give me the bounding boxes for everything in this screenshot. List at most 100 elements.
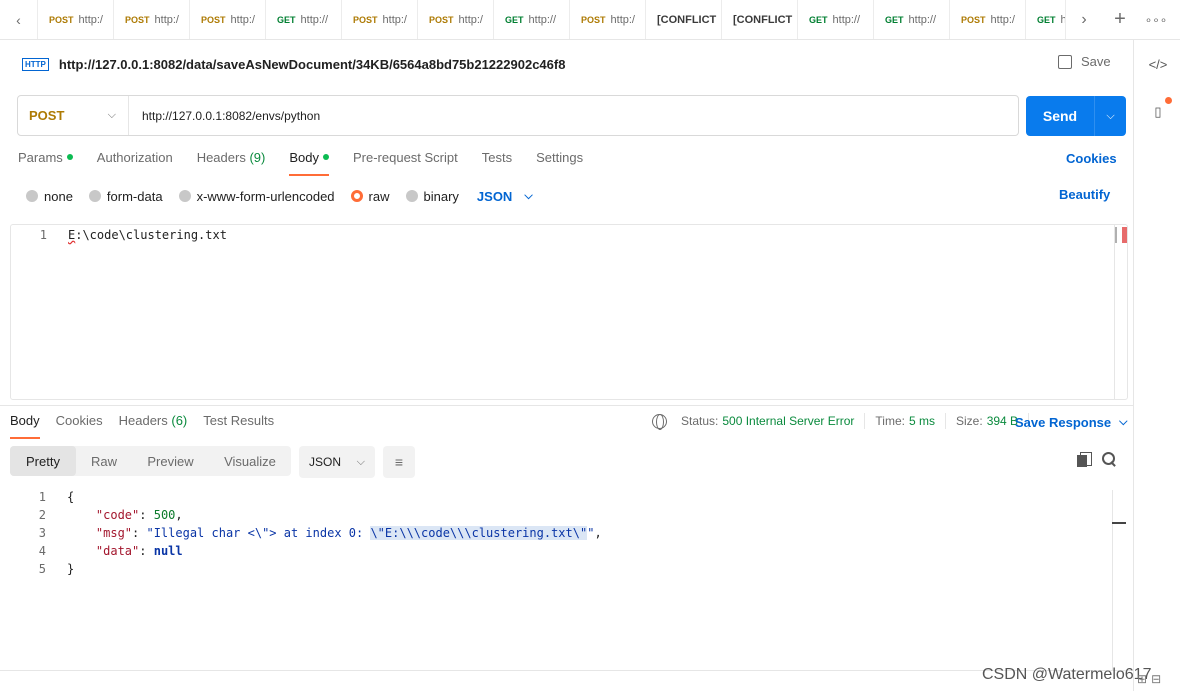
- view-raw[interactable]: Raw: [76, 446, 132, 476]
- request-tab[interactable]: [CONFLICT: [722, 0, 798, 39]
- view-pretty[interactable]: Pretty: [10, 446, 76, 476]
- tab-authorization[interactable]: Authorization: [97, 150, 173, 176]
- tab-settings[interactable]: Settings: [536, 150, 583, 176]
- tab-prerequest-script[interactable]: Pre-request Script: [353, 150, 458, 176]
- editor-scrollbar[interactable]: [1114, 225, 1115, 399]
- search-icon[interactable]: [1102, 452, 1116, 466]
- tab-response-headers-label: Headers: [118, 413, 168, 428]
- pane-divider[interactable]: [0, 405, 1133, 406]
- save-response-label: Save Response: [1015, 415, 1112, 430]
- request-tab[interactable]: GET http://: [874, 0, 950, 39]
- url-input[interactable]: [142, 108, 1002, 123]
- response-code: "data": null: [95, 544, 183, 558]
- line-number: 3: [38, 526, 46, 540]
- method-label: POST: [29, 108, 65, 123]
- tab-response-cookies[interactable]: Cookies: [56, 413, 103, 439]
- request-title[interactable]: http://127.0.0.1:8082/data/saveAsNewDocu…: [59, 57, 566, 72]
- response-line: 2 "code": 500,: [10, 506, 183, 524]
- response-body[interactable]: 1{ 2 "code": 500, 3 "msg": "Illegal char…: [10, 488, 1110, 638]
- body-format-label: JSON: [476, 188, 513, 204]
- radio-none[interactable]: none: [26, 189, 73, 204]
- line-number: 5: [38, 562, 46, 576]
- view-visualize[interactable]: Visualize: [209, 446, 291, 476]
- size-value[interactable]: 394 B: [987, 414, 1018, 428]
- request-body-editor[interactable]: 1 E:\code\clustering.txt: [10, 224, 1128, 400]
- editor-error-marker: [1115, 227, 1127, 243]
- request-tab[interactable]: [CONFLICT: [646, 0, 722, 39]
- request-tab[interactable]: POST http:/: [342, 0, 418, 39]
- response-code: "code": 500,: [95, 508, 183, 522]
- send-button[interactable]: Send ⌵: [1026, 96, 1126, 136]
- json-value: "Illegal char <\"> at index 0:: [146, 526, 371, 540]
- radio-label: x-www-form-urlencoded: [196, 188, 335, 204]
- radio-form-data[interactable]: form-data: [88, 188, 163, 204]
- method-select[interactable]: POST ⌵: [18, 96, 129, 135]
- editor-text: :\code\clustering.txt: [75, 228, 227, 242]
- new-tab-icon[interactable]: +: [1102, 8, 1138, 31]
- tab-response-headers[interactable]: Headers (6): [119, 413, 188, 439]
- tab-response-body[interactable]: Body: [10, 413, 40, 439]
- documentation-icon[interactable]: ▯: [1148, 102, 1168, 122]
- time-value[interactable]: 5 ms: [909, 414, 935, 428]
- radio-label: form-data: [106, 188, 163, 204]
- request-tab[interactable]: POST http:/: [418, 0, 494, 39]
- response-format-select[interactable]: JSON ⌵: [299, 446, 375, 478]
- chevron-down-icon: ⌵: [1119, 416, 1128, 428]
- save-icon: [1058, 54, 1072, 69]
- radio-urlencoded[interactable]: x-www-form-urlencoded: [178, 188, 335, 204]
- request-tab[interactable]: GETh: [1026, 0, 1066, 39]
- beautify-link[interactable]: Beautify: [1059, 187, 1110, 202]
- wrap-lines-icon[interactable]: ≡: [383, 446, 415, 478]
- cookies-link[interactable]: Cookies: [1066, 151, 1117, 166]
- send-label: Send: [1026, 96, 1095, 136]
- tab-label: [CONFLICT: [657, 13, 717, 26]
- tab-response-cookies-label: Cookies: [55, 413, 103, 428]
- tab-method: POST: [125, 14, 150, 25]
- tab-scroll-right-icon[interactable]: ›: [1066, 11, 1102, 29]
- code-icon[interactable]: </>: [1148, 54, 1168, 74]
- layout-icon[interactable]: ⊞: [1137, 672, 1147, 686]
- request-tab[interactable]: POST http:/: [114, 0, 190, 39]
- send-options-chevron-icon[interactable]: ⌵: [1095, 96, 1126, 136]
- request-tab[interactable]: POST http:/: [570, 0, 646, 39]
- tab-test-results[interactable]: Test Results: [203, 413, 274, 439]
- copy-icon[interactable]: [1077, 452, 1092, 468]
- request-tab[interactable]: GET http://: [494, 0, 570, 39]
- tab-method: POST: [201, 14, 226, 25]
- tab-settings-label: Settings: [536, 150, 584, 165]
- body-format-select[interactable]: JSON ⌵: [477, 189, 533, 204]
- url-bar: POST ⌵: [17, 95, 1019, 136]
- tab-response-body-label: Body: [10, 413, 40, 428]
- request-tab[interactable]: GET http://: [266, 0, 342, 39]
- view-preview[interactable]: Preview: [132, 446, 209, 476]
- save-response-button[interactable]: Save Response ⌵: [1015, 415, 1127, 430]
- tab-headers[interactable]: Headers (9): [197, 150, 266, 176]
- tab-label: http:/: [458, 13, 483, 26]
- globe-icon[interactable]: [652, 413, 667, 430]
- body-type-options: none form-data x-www-form-urlencoded raw…: [26, 186, 533, 206]
- radio-circle: [88, 190, 101, 202]
- request-tab[interactable]: POST http:/: [190, 0, 266, 39]
- tab-scroll-left-icon[interactable]: ‹: [0, 0, 38, 39]
- tab-params[interactable]: Params: [18, 150, 73, 176]
- line-number: 1: [39, 228, 47, 242]
- radio-binary[interactable]: binary: [405, 189, 459, 204]
- body-indicator-dot: [322, 154, 329, 160]
- notification-dot: [1165, 97, 1172, 104]
- request-tab[interactable]: POST http:/: [38, 0, 114, 39]
- tab-body[interactable]: Body: [289, 150, 329, 176]
- radio-circle: [178, 190, 191, 202]
- save-button[interactable]: Save: [1058, 54, 1111, 69]
- response-headers-count: (6): [171, 413, 188, 428]
- status-value[interactable]: 500 Internal Server Error: [722, 414, 854, 428]
- more-options-icon[interactable]: ∘∘∘: [1138, 13, 1174, 27]
- tab-label: http://: [300, 13, 329, 26]
- tab-params-label: Params: [18, 150, 63, 165]
- grid-icon[interactable]: ⊟: [1151, 672, 1161, 686]
- tab-tests[interactable]: Tests: [482, 150, 512, 176]
- radio-raw[interactable]: raw: [350, 189, 390, 204]
- separator: [945, 413, 946, 429]
- response-scrollbar[interactable]: [1112, 490, 1113, 670]
- request-tab[interactable]: GET http://: [798, 0, 874, 39]
- request-tab[interactable]: POST http:/: [950, 0, 1026, 39]
